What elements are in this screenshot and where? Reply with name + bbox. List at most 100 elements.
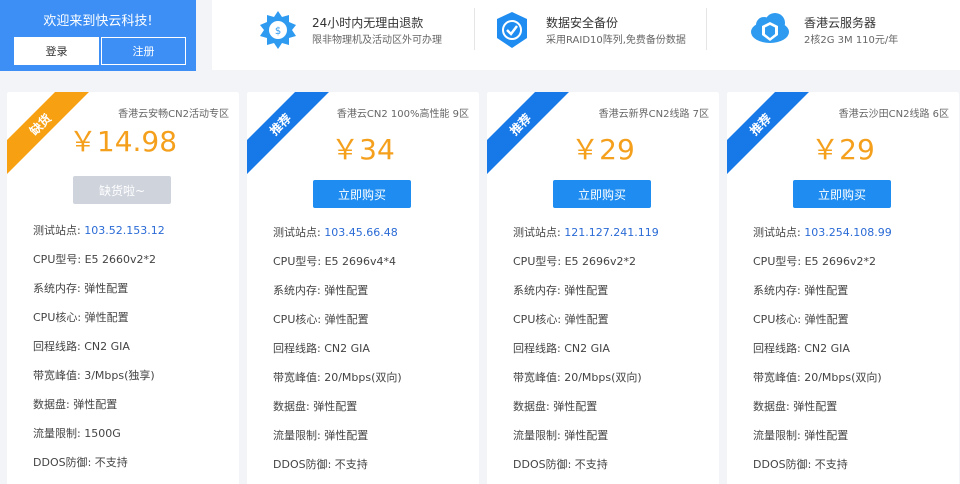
spec-value: CN2 GIA [84, 340, 130, 353]
spec-label: 测试站点: [273, 226, 321, 239]
spec-row: 数据盘: 弹性配置 [273, 398, 357, 414]
spec-label: 数据盘: [753, 400, 790, 413]
spec-label: CPU型号: [273, 255, 322, 268]
divider [706, 8, 707, 50]
spec-label: 回程线路: [273, 342, 321, 355]
spec-row: 回程线路: CN2 GIA [33, 338, 130, 354]
register-button[interactable]: 注册 [101, 37, 186, 65]
spec-value: E5 2696v2*2 [564, 255, 637, 268]
spec-label: 数据盘: [513, 400, 550, 413]
spec-row: DDOS防御: 不支持 [753, 456, 848, 472]
welcome-panel: 欢迎来到快云科技! 登录 注册 [0, 0, 196, 71]
spec-label: 流量限制: [273, 429, 321, 442]
spec-value: 3/Mbps(独享) [84, 369, 155, 382]
spec-row: 带宽峰值: 20/Mbps(双向) [513, 369, 642, 385]
spec-row: DDOS防御: 不支持 [273, 456, 368, 472]
spec-value: E5 2696v4*4 [324, 255, 397, 268]
spec-label: CPU核心: [513, 313, 562, 326]
spec-value: 弹性配置 [804, 284, 849, 297]
spec-label: DDOS防御: [33, 456, 92, 469]
buy-now-button[interactable]: 立即购买 [313, 180, 411, 208]
spec-value: 弹性配置 [84, 311, 129, 324]
spec-value: 103.45.66.48 [324, 226, 398, 239]
spec-row: 数据盘: 弹性配置 [33, 396, 117, 412]
buy-now-button[interactable]: 立即购买 [553, 180, 651, 208]
spec-row: CPU型号: E5 2696v4*4 [273, 253, 396, 269]
spec-label: 系统内存: [753, 284, 801, 297]
shield-check-icon [497, 12, 527, 48]
zone-tag: 香港云安畅CN2活动专区 [118, 109, 229, 120]
spec-label: CPU型号: [513, 255, 562, 268]
spec-value: 不支持 [94, 456, 128, 469]
spec-row: 带宽峰值: 3/Mbps(独享) [33, 367, 155, 383]
spec-label: CPU核心: [33, 311, 82, 324]
spec-label: 回程线路: [513, 342, 561, 355]
spec-label: 测试站点: [753, 226, 801, 239]
price: ￥14.98 [68, 125, 178, 158]
spec-value: CN2 GIA [324, 342, 370, 355]
spec-label: 带宽峰值: [753, 371, 801, 384]
spec-value: 弹性配置 [324, 313, 369, 326]
spec-label: 带宽峰值: [33, 369, 81, 382]
spec-label: 数据盘: [33, 398, 70, 411]
zone-tag: 香港云新界CN2线路 7区 [598, 109, 709, 120]
spec-value: 弹性配置 [553, 400, 598, 413]
feature-title: 数据安全备份 [546, 16, 619, 30]
spec-label: 回程线路: [33, 340, 81, 353]
spec-value: CN2 GIA [804, 342, 850, 355]
login-button[interactable]: 登录 [14, 37, 99, 65]
svg-text:$: $ [275, 26, 281, 37]
spec-row: 流量限制: 弹性配置 [273, 427, 368, 443]
product-card: 推荐 香港云新界CN2线路 7区 ￥29 立即购买 测试站点: 121.127.241.… [487, 92, 719, 484]
spec-row: 数据盘: 弹性配置 [753, 398, 837, 414]
spec-label: 带宽峰值: [273, 371, 321, 384]
spec-row: 回程线路: CN2 GIA [273, 340, 370, 356]
spec-value: E5 2696v2*2 [804, 255, 877, 268]
spec-row: 流量限制: 弹性配置 [513, 427, 608, 443]
spec-label: 系统内存: [273, 284, 321, 297]
product-card: 推荐 香港云沙田CN2线路 6区 ￥29 立即购买 测试站点: 103.254.108.… [727, 92, 959, 484]
spec-row: 系统内存: 弹性配置 [753, 282, 848, 298]
spec-row: CPU核心: 弹性配置 [753, 311, 849, 327]
gear-badge-icon: $ [260, 11, 296, 49]
spec-row: CPU型号: E5 2696v2*2 [753, 253, 876, 269]
spec-row: 带宽峰值: 20/Mbps(双向) [273, 369, 402, 385]
spec-value: 103.254.108.99 [804, 226, 892, 239]
spec-row: CPU型号: E5 2696v2*2 [513, 253, 636, 269]
spec-value: 不支持 [334, 458, 368, 471]
feature-hk-cloud: 香港云服务器 2核2G 3M 110元/年 [748, 0, 948, 70]
spec-row: 测试站点: 103.254.108.99 [753, 224, 892, 240]
spec-value: 20/Mbps(双向) [564, 371, 642, 384]
spec-label: 流量限制: [33, 427, 81, 440]
zone-tag: 香港云CN2 100%高性能 9区 [336, 109, 469, 120]
spec-label: CPU核心: [753, 313, 802, 326]
spec-label: 测试站点: [33, 224, 81, 237]
spec-row: DDOS防御: 不支持 [513, 456, 608, 472]
spec-label: 回程线路: [753, 342, 801, 355]
spec-row: CPU型号: E5 2660v2*2 [33, 251, 156, 267]
spec-row: 回程线路: CN2 GIA [753, 340, 850, 356]
buy-now-button[interactable]: 立即购买 [793, 180, 891, 208]
sold-out-button[interactable]: 缺货啦~ [73, 176, 171, 204]
spec-row: 带宽峰值: 20/Mbps(双向) [753, 369, 882, 385]
cloud-shield-icon [751, 13, 789, 43]
spec-value: 弹性配置 [73, 398, 118, 411]
spec-row: CPU核心: 弹性配置 [273, 311, 369, 327]
feature-subtitle: 限非物理机及活动区外可办理 [312, 35, 442, 46]
spec-value: 1500G [84, 427, 121, 440]
spec-value: 弹性配置 [564, 313, 609, 326]
spec-value: 103.52.153.12 [84, 224, 165, 237]
spec-row: DDOS防御: 不支持 [33, 454, 128, 470]
spec-label: 测试站点: [513, 226, 561, 239]
spec-value: E5 2660v2*2 [84, 253, 157, 266]
spec-label: 流量限制: [513, 429, 561, 442]
spec-label: 系统内存: [513, 284, 561, 297]
spec-value: 弹性配置 [804, 429, 849, 442]
spec-row: CPU核心: 弹性配置 [33, 309, 129, 325]
price: ￥34 [331, 133, 395, 166]
spec-value: 弹性配置 [804, 313, 849, 326]
spec-value: 不支持 [574, 458, 608, 471]
welcome-title: 欢迎来到快云科技! [43, 14, 153, 29]
spec-label: CPU核心: [273, 313, 322, 326]
feature-refund: $ 24小时内无理由退款 限非物理机及活动区外可办理 [256, 0, 476, 70]
